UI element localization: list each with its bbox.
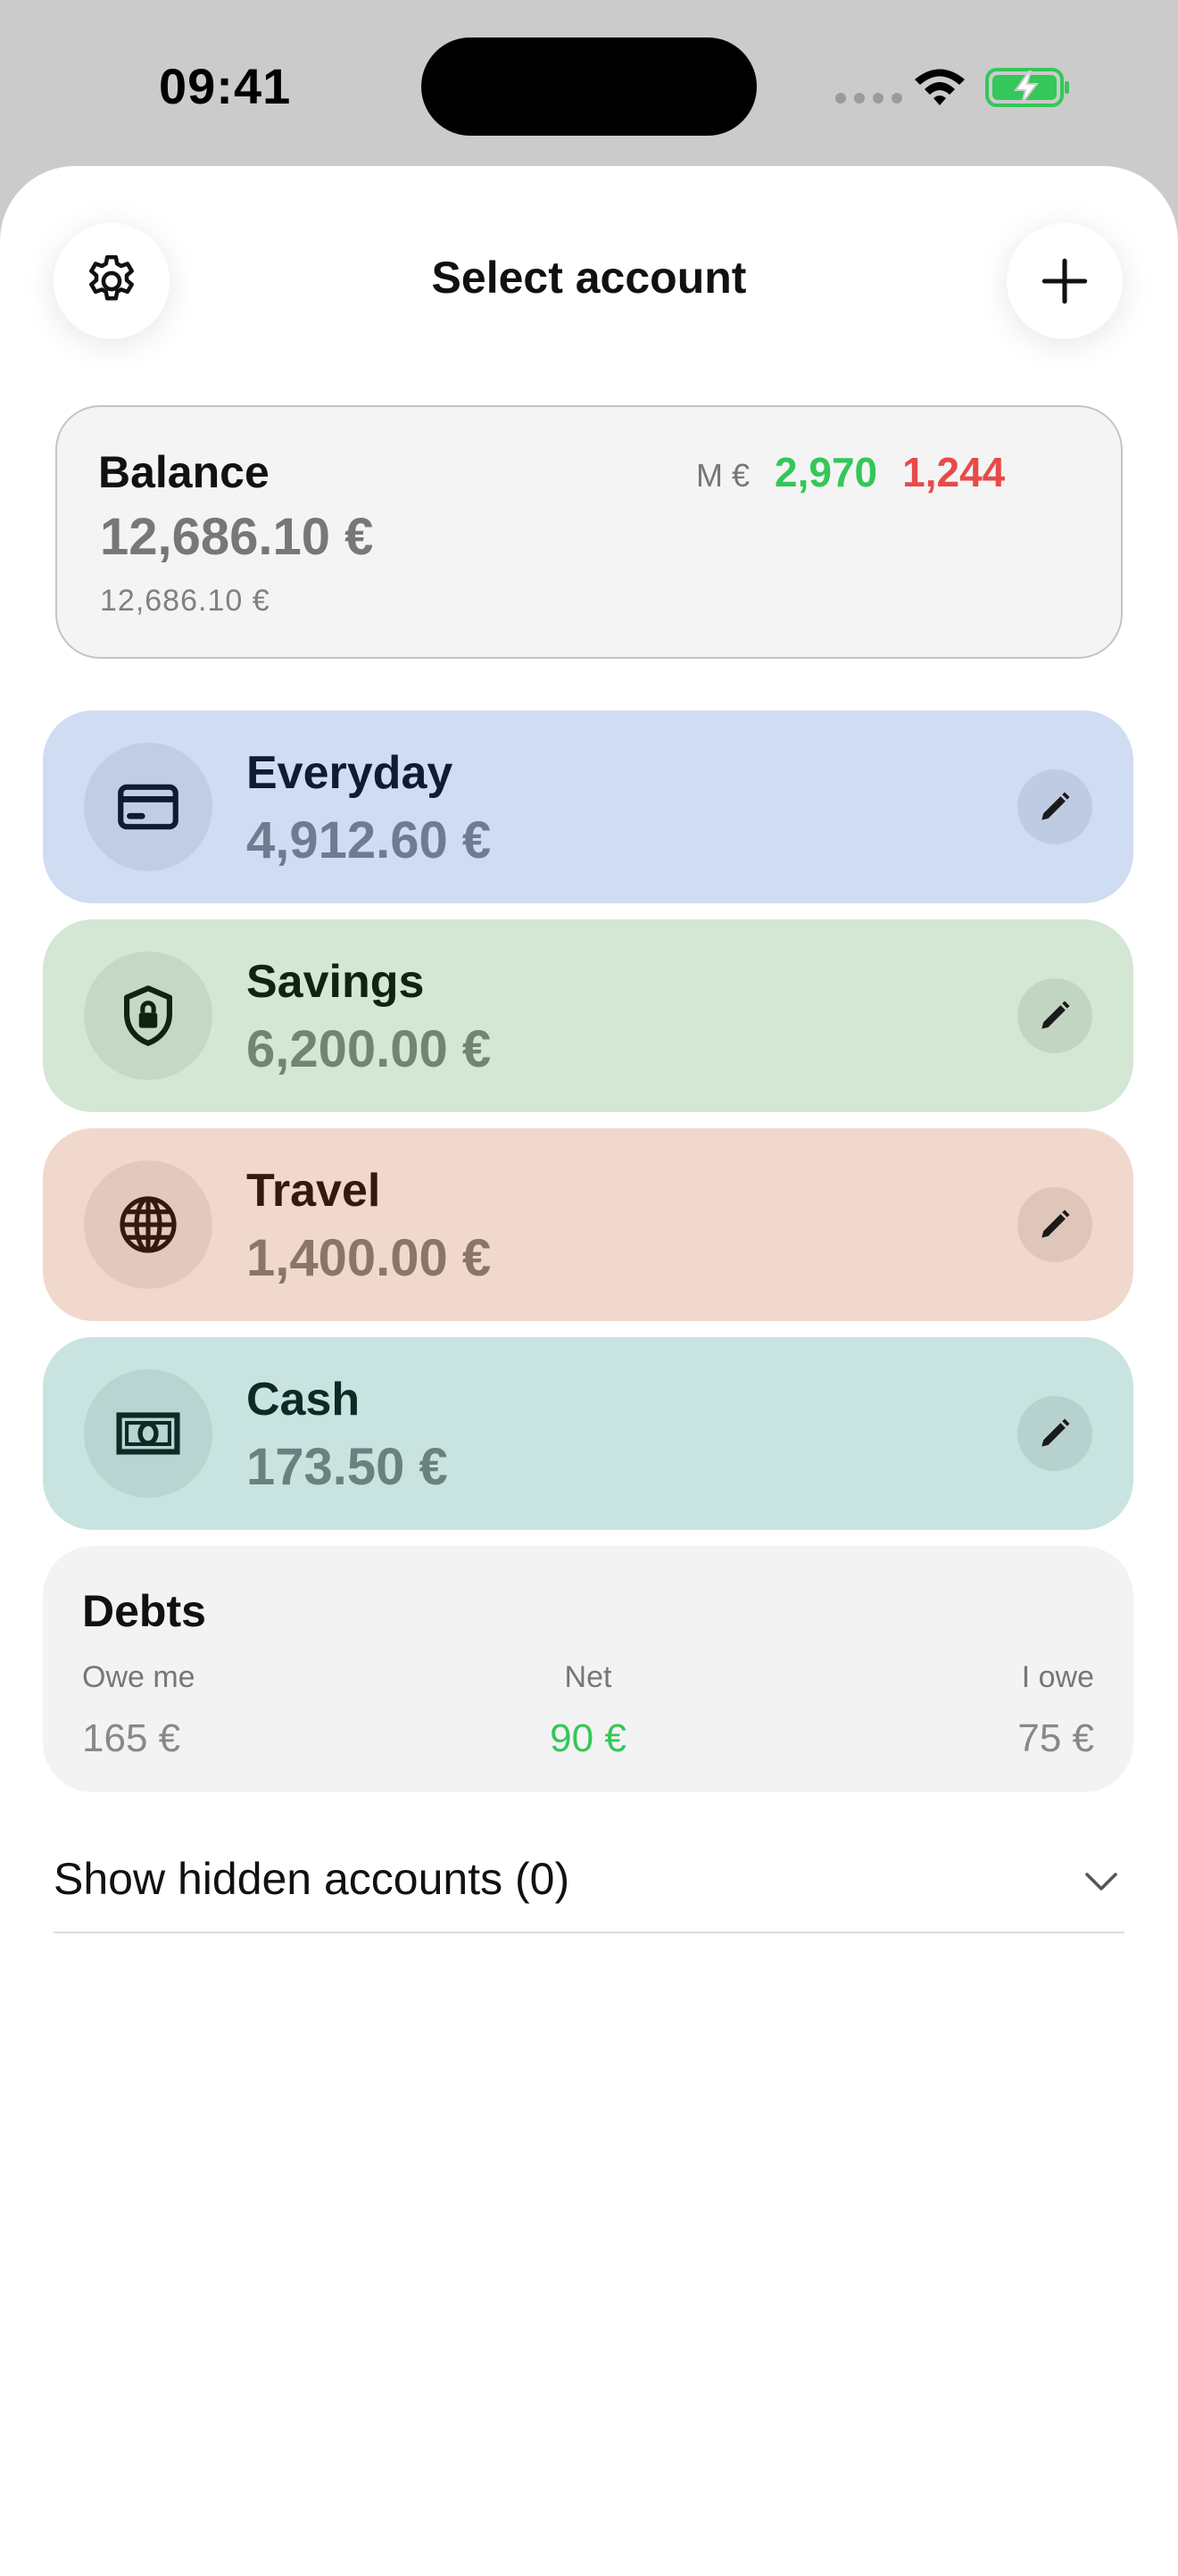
credit-card-icon: [118, 784, 178, 830]
i-owe-label: I owe: [1021, 1660, 1094, 1694]
edit-account-button[interactable]: [1017, 978, 1092, 1053]
show-hidden-accounts-toggle[interactable]: Show hidden accounts (0): [54, 1835, 1124, 1933]
net-label: Net: [564, 1660, 612, 1694]
edit-account-button[interactable]: [1017, 1187, 1092, 1262]
shield-lock-icon: [124, 985, 172, 1046]
chevron-down-icon: [1085, 1873, 1117, 1890]
status-time: 09:41: [159, 58, 292, 114]
account-card-cash[interactable]: Cash 173.50 €: [43, 1337, 1133, 1530]
account-name: Travel: [246, 1165, 381, 1217]
show-hidden-accounts-label: Show hidden accounts (0): [54, 1854, 570, 1904]
account-card-travel[interactable]: Travel 1,400.00 €: [43, 1128, 1133, 1321]
account-icon-wrap: [84, 951, 212, 1080]
monthly-stats: M € 2,970 1,244: [696, 448, 1005, 496]
account-icon-wrap: [84, 1369, 212, 1498]
edit-account-button[interactable]: [1017, 1396, 1092, 1471]
wifi-icon: [915, 69, 965, 105]
stats-unit: M €: [696, 457, 751, 494]
account-icon-wrap: [84, 743, 212, 871]
account-name: Cash: [246, 1374, 361, 1425]
account-icon-wrap: [84, 1160, 212, 1289]
balance-card[interactable]: Balance M € 2,970 1,244 12,686.10 € 12,6…: [55, 405, 1123, 659]
edit-account-button[interactable]: [1017, 769, 1092, 844]
account-amount: 4,912.60 €: [246, 811, 492, 869]
debts-title: Debts: [82, 1586, 206, 1636]
account-name: Savings: [246, 956, 425, 1008]
balance-label: Balance: [98, 447, 270, 497]
dynamic-island: [421, 37, 757, 136]
banknote-icon: [116, 1412, 180, 1455]
cellular-signal-icon: [835, 93, 902, 104]
pencil-icon: [1041, 792, 1070, 820]
page-title: Select account: [431, 253, 747, 303]
add-account-button[interactable]: [1007, 223, 1123, 339]
income-value: 2,970: [775, 449, 878, 495]
pencil-icon: [1041, 1209, 1070, 1238]
pencil-icon: [1041, 1418, 1070, 1447]
debt-i-owe: I owe 75 €: [1017, 1660, 1094, 1761]
balance-secondary-amount: 12,686.10 €: [100, 584, 270, 618]
account-card-savings[interactable]: Savings 6,200.00 €: [43, 919, 1133, 1112]
expense-value: 1,244: [902, 449, 1006, 495]
account-amount: 173.50 €: [246, 1438, 448, 1496]
account-amount: 1,400.00 €: [246, 1229, 492, 1287]
account-amount: 6,200.00 €: [246, 1020, 492, 1078]
account-name: Everyday: [246, 747, 453, 799]
net-value: 90 €: [550, 1716, 626, 1760]
globe-icon: [120, 1196, 177, 1253]
debts-card[interactable]: Debts Owe me 165 € Net 90 € I owe 75 €: [43, 1546, 1133, 1792]
i-owe-value: 75 €: [1017, 1716, 1094, 1760]
account-card-everyday[interactable]: Everyday 4,912.60 €: [43, 710, 1133, 903]
debt-net: Net 90 €: [43, 1660, 1133, 1761]
balance-amount: 12,686.10 €: [100, 508, 374, 566]
battery-charging-icon: [985, 68, 1069, 107]
status-bar: 09:41: [0, 0, 1178, 170]
pencil-icon: [1041, 1001, 1070, 1029]
plus-icon: [1041, 258, 1088, 304]
account-sheet: Select account Balance M € 2,970 1,244 1…: [0, 166, 1178, 2576]
